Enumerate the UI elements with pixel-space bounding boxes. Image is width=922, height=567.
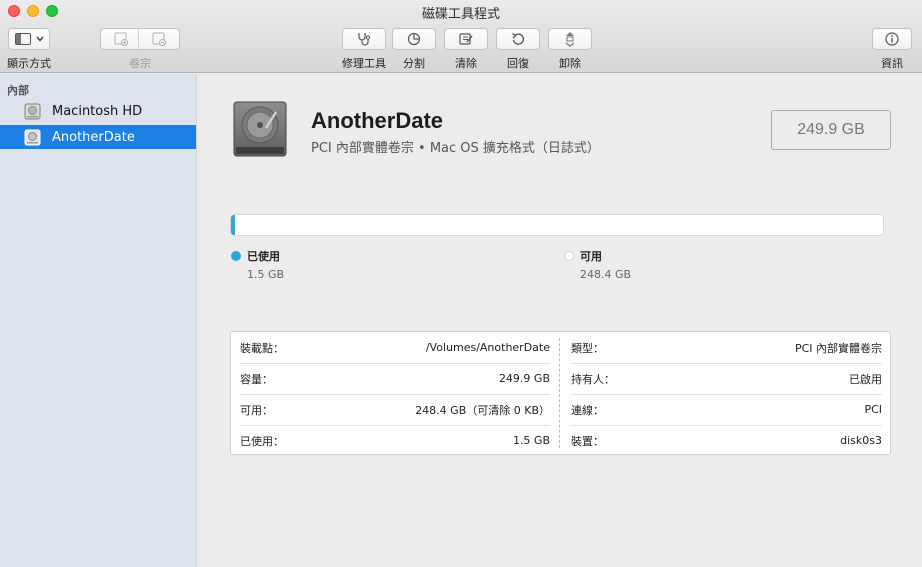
info-value: /Volumes/AnotherDate (425, 341, 550, 354)
remove-volume-icon[interactable] (140, 32, 178, 46)
legend-free: 可用 (564, 248, 602, 264)
partition-button[interactable] (392, 28, 436, 50)
chevron-down-icon (35, 36, 44, 42)
info-row-device: 裝置： disk0s3 (571, 425, 882, 456)
title-bar: 磁碟工具程式 顯示方式 卷宗 修理工具 分割 清除 回復 卸除 資訊 (0, 0, 922, 73)
view-label: 顯示方式 (7, 57, 51, 70)
view-button[interactable] (8, 28, 50, 50)
info-value: 1.5 GB (512, 434, 550, 447)
free-color-dot (564, 251, 574, 261)
free-value: 248.4 GB (580, 268, 632, 281)
hard-disk-icon (232, 98, 288, 160)
info-label: 資訊 (881, 57, 903, 70)
restore-label: 回復 (507, 57, 529, 70)
volume-label: 卷宗 (129, 57, 151, 70)
info-icon (885, 32, 899, 46)
info-key: 裝載點： (240, 341, 284, 355)
info-row-capacity: 容量： 249.9 GB (240, 363, 550, 394)
volume-subtitle: PCI 內部實體卷宗 • Mac OS 擴充格式（日誌式） (311, 141, 600, 156)
info-value: 已啟用 (849, 372, 882, 386)
first-aid-label: 修理工具 (342, 57, 386, 70)
stethoscope-icon (356, 32, 372, 46)
info-row-owners: 持有人： 已啟用 (571, 363, 882, 394)
legend-used: 已使用 (231, 248, 280, 264)
erase-icon (458, 32, 474, 46)
main-content: AnotherDate PCI 內部實體卷宗 • Mac OS 擴充格式（日誌式… (198, 74, 922, 567)
restore-button[interactable] (496, 28, 540, 50)
partition-label: 分割 (403, 57, 425, 70)
pie-chart-icon (407, 32, 421, 46)
info-value: disk0s3 (840, 434, 882, 447)
sidebar: 內部 Macintosh HD AnotherDate (0, 74, 197, 567)
unmount-icon (564, 31, 576, 47)
used-color-dot (231, 251, 241, 261)
info-key: 連線： (571, 403, 604, 417)
restore-icon (511, 32, 525, 46)
info-row-type: 類型： PCI 內部實體卷宗 (571, 332, 882, 363)
sidebar-item-macintosh-hd[interactable]: Macintosh HD (0, 99, 196, 123)
column-divider (559, 338, 560, 448)
add-volume-icon[interactable] (102, 32, 140, 46)
info-value: 248.4 GB（可清除 0 KB） (415, 403, 550, 417)
sidebar-section-internal: 內部 (7, 84, 29, 97)
volume-segmented-control (100, 28, 180, 50)
hard-disk-icon (24, 103, 41, 120)
sidebar-item-label: AnotherDate (52, 129, 135, 145)
info-value: PCI 內部實體卷宗 (794, 341, 882, 355)
capacity-badge: 249.9 GB (771, 110, 891, 150)
usage-bar-used-fill (231, 215, 235, 235)
unmount-label: 卸除 (559, 57, 581, 70)
first-aid-button[interactable] (342, 28, 386, 50)
usage-bar (230, 214, 884, 236)
sidebar-icon (14, 33, 31, 45)
sidebar-item-anotherdate[interactable]: AnotherDate (0, 125, 196, 149)
window-title: 磁碟工具程式 (421, 7, 500, 22)
info-key: 容量： (240, 372, 273, 386)
used-value: 1.5 GB (247, 268, 285, 281)
info-value: PCI (864, 403, 882, 416)
info-key: 已使用： (240, 434, 284, 448)
info-row-used: 已使用： 1.5 GB (240, 425, 550, 456)
info-table: 裝載點： /Volumes/AnotherDate 容量： 249.9 GB 可… (230, 331, 891, 455)
volume-name: AnotherDate (311, 108, 444, 133)
info-button[interactable] (872, 28, 912, 50)
info-row-mount-point: 裝載點： /Volumes/AnotherDate (240, 332, 550, 363)
unmount-button[interactable] (548, 28, 592, 50)
used-label: 已使用 (247, 250, 280, 263)
info-key: 裝置： (571, 434, 604, 448)
info-key: 類型： (571, 341, 604, 355)
info-row-available: 可用： 248.4 GB（可清除 0 KB） (240, 394, 550, 425)
info-key: 持有人： (571, 372, 615, 386)
erase-label: 清除 (455, 57, 477, 70)
hard-disk-icon (24, 129, 41, 146)
free-label: 可用 (580, 250, 602, 263)
info-value: 249.9 GB (498, 372, 550, 385)
sidebar-item-label: Macintosh HD (52, 103, 143, 119)
info-key: 可用： (240, 403, 273, 417)
segment-divider (138, 28, 139, 50)
info-row-connection: 連線： PCI (571, 394, 882, 425)
erase-button[interactable] (444, 28, 488, 50)
